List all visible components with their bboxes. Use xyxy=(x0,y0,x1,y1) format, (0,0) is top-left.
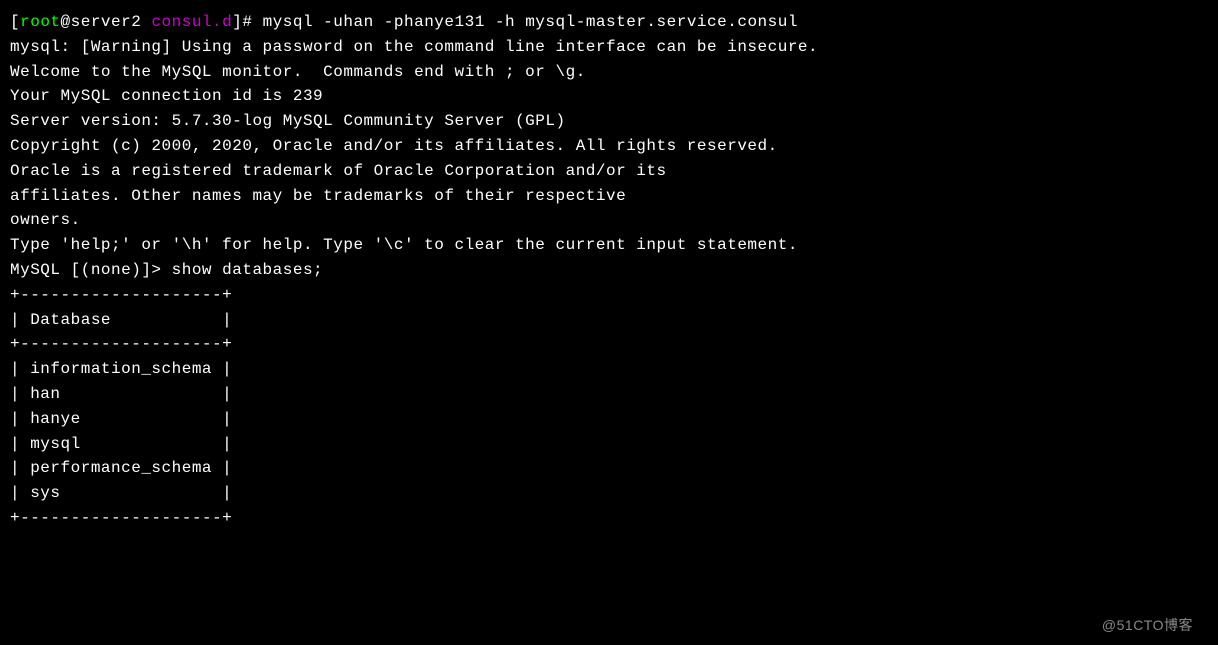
prompt-dir: consul.d xyxy=(151,13,232,31)
prompt-user: root xyxy=(20,13,60,31)
table-row: | information_schema | xyxy=(10,357,1208,382)
terminal-window[interactable]: [root@server2 consul.d]# mysql -uhan -ph… xyxy=(10,10,1208,531)
output-line: Oracle is a registered trademark of Orac… xyxy=(10,159,1208,184)
output-line: owners. xyxy=(10,208,1208,233)
table-border: +--------------------+ xyxy=(10,506,1208,531)
output-line: affiliates. Other names may be trademark… xyxy=(10,184,1208,209)
output-line: Type 'help;' or '\h' for help. Type '\c'… xyxy=(10,233,1208,258)
table-row: | hanye | xyxy=(10,407,1208,432)
mysql-prompt: MySQL [(none)]> xyxy=(10,261,172,279)
table-header: | Database | xyxy=(10,308,1208,333)
prompt-at: @ xyxy=(61,13,71,31)
mysql-command: show databases; xyxy=(172,261,324,279)
table-row: | han | xyxy=(10,382,1208,407)
watermark: @51CTO博客 xyxy=(1102,615,1193,637)
output-line: Your MySQL connection id is 239 xyxy=(10,84,1208,109)
prompt-host: server2 xyxy=(71,13,152,31)
mysql-prompt-line: MySQL [(none)]> show databases; xyxy=(10,258,1208,283)
table-border: +--------------------+ xyxy=(10,283,1208,308)
prompt-open-bracket: [ xyxy=(10,13,20,31)
table-row: | performance_schema | xyxy=(10,456,1208,481)
output-line: Server version: 5.7.30-log MySQL Communi… xyxy=(10,109,1208,134)
prompt-line: [root@server2 consul.d]# mysql -uhan -ph… xyxy=(10,10,1208,35)
command-text: mysql -uhan -phanye131 -h mysql-master.s… xyxy=(263,13,798,31)
table-row: | sys | xyxy=(10,481,1208,506)
output-line: Welcome to the MySQL monitor. Commands e… xyxy=(10,60,1208,85)
output-line: Copyright (c) 2000, 2020, Oracle and/or … xyxy=(10,134,1208,159)
output-line: mysql: [Warning] Using a password on the… xyxy=(10,35,1208,60)
table-border: +--------------------+ xyxy=(10,332,1208,357)
prompt-close: ]# xyxy=(232,13,262,31)
table-row: | mysql | xyxy=(10,432,1208,457)
